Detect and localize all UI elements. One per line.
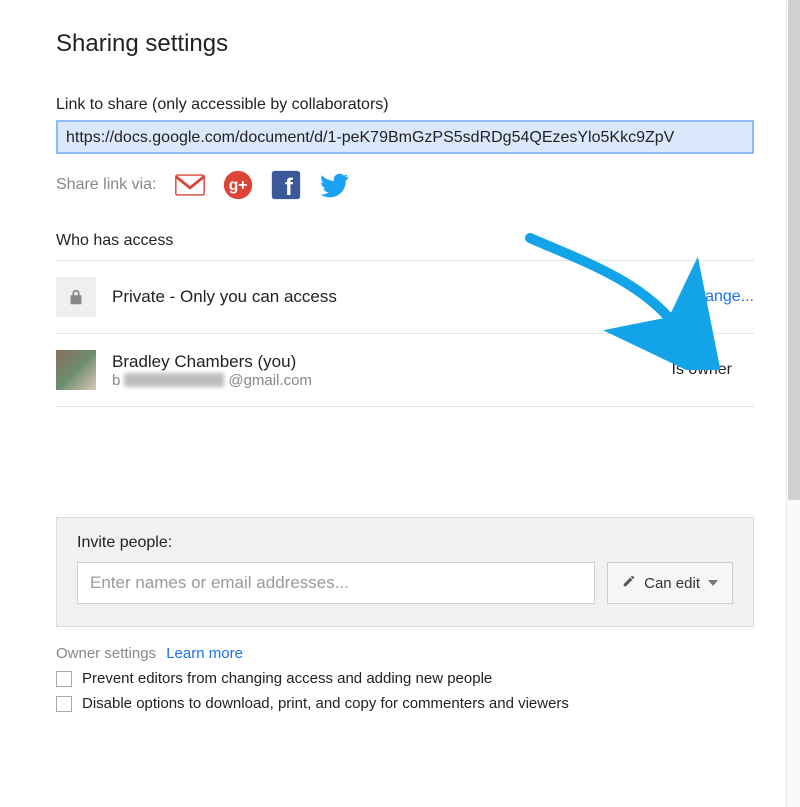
owner-row: Bradley Chambers (you) b @gmail.com Is o… xyxy=(56,333,754,406)
invite-input[interactable] xyxy=(77,562,595,604)
who-has-access-heading: Who has access xyxy=(56,232,754,250)
owner-option-2-label: Disable options to download, print, and … xyxy=(82,695,569,712)
sharing-settings-dialog: Sharing settings Link to share (only acc… xyxy=(0,0,800,712)
facebook-icon[interactable]: f xyxy=(269,168,303,202)
share-via-row: Share link via: g+ f xyxy=(56,168,754,202)
privacy-text: Private - Only you can access xyxy=(112,287,337,307)
owner-option-1-label: Prevent editors from changing access and… xyxy=(82,670,492,687)
access-table: Private - Only you can access Change... … xyxy=(56,260,754,407)
invite-title: Invite people: xyxy=(77,534,733,552)
checkbox-icon[interactable] xyxy=(56,696,72,712)
permission-label: Can edit xyxy=(644,575,700,592)
pencil-icon xyxy=(622,574,636,592)
invite-card: Invite people: Can edit xyxy=(56,517,754,627)
person-email: b @gmail.com xyxy=(112,372,312,389)
email-redacted xyxy=(124,373,224,387)
share-icons: g+ f xyxy=(173,168,351,202)
svg-text:g+: g+ xyxy=(228,177,247,194)
share-via-label: Share link via: xyxy=(56,176,157,194)
lock-icon xyxy=(56,277,96,317)
change-access-link[interactable]: Change... xyxy=(685,288,754,306)
svg-text:f: f xyxy=(284,174,293,201)
scrollbar-thumb[interactable] xyxy=(788,0,800,500)
email-prefix: b xyxy=(112,372,120,389)
email-domain: @gmail.com xyxy=(228,372,312,389)
scrollbar[interactable] xyxy=(786,0,800,807)
chevron-down-icon xyxy=(708,580,718,586)
gmail-icon[interactable] xyxy=(173,168,207,202)
checkbox-icon[interactable] xyxy=(56,671,72,687)
owner-settings-heading: Owner settings xyxy=(56,645,156,662)
privacy-row: Private - Only you can access Change... xyxy=(56,261,754,333)
share-link-input[interactable]: https://docs.google.com/document/d/1-peK… xyxy=(56,120,754,154)
role-label: Is owner xyxy=(672,361,754,379)
learn-more-link[interactable]: Learn more xyxy=(166,645,243,662)
owner-option-2[interactable]: Disable options to download, print, and … xyxy=(56,695,754,712)
owner-option-1[interactable]: Prevent editors from changing access and… xyxy=(56,670,754,687)
dialog-title: Sharing settings xyxy=(56,30,754,58)
avatar xyxy=(56,350,96,390)
permission-dropdown[interactable]: Can edit xyxy=(607,562,733,604)
owner-settings: Owner settings Learn more Prevent editor… xyxy=(56,645,754,712)
link-to-share-label: Link to share (only accessible by collab… xyxy=(56,96,754,114)
twitter-icon[interactable] xyxy=(317,168,351,202)
person-name: Bradley Chambers (you) xyxy=(112,352,312,372)
google-plus-icon[interactable]: g+ xyxy=(221,168,255,202)
